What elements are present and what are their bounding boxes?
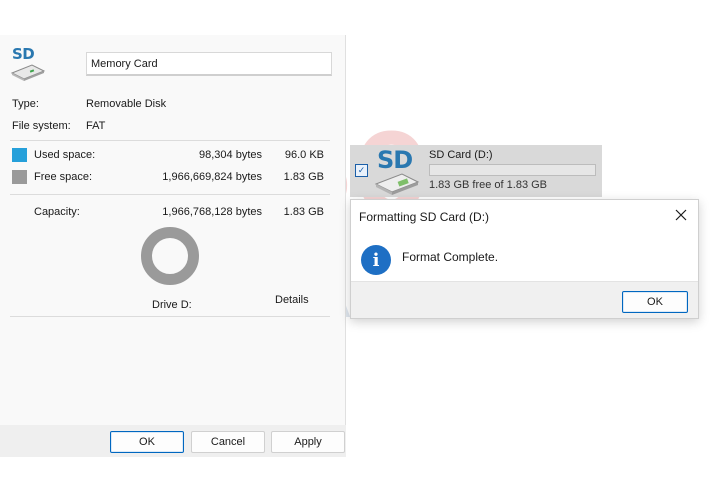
free-space-bytes: 1,966,669,824 bytes: [162, 171, 262, 183]
sd-drive-icon: SD: [10, 45, 50, 81]
ok-button[interactable]: OK: [622, 291, 688, 313]
ok-button[interactable]: OK: [110, 431, 184, 453]
divider: [10, 316, 330, 317]
file-system-label: File system:: [12, 120, 71, 132]
sd-icon-label: SD: [377, 146, 413, 174]
drive-title: SD Card (D:): [429, 149, 493, 161]
drive-usage-bar: [429, 164, 596, 176]
used-space-swatch: [12, 148, 27, 162]
divider: [10, 194, 330, 195]
drive-body-icon: [10, 64, 46, 81]
drive-properties-dialog: SD Type: Removable Disk File system: FAT…: [0, 35, 346, 457]
free-space-size: 1.83 GB: [283, 171, 324, 183]
sd-card-drive-tile[interactable]: ✓ SD SD Card (D:) 1.83 GB free of 1.83 G…: [350, 145, 602, 197]
drive-name-input[interactable]: [86, 52, 332, 76]
cancel-button[interactable]: Cancel: [191, 431, 265, 453]
free-space-label: Free space:: [34, 171, 93, 183]
dialog-message: Format Complete.: [402, 250, 499, 264]
space-usage-ring-chart: [141, 227, 199, 285]
free-space-swatch: [12, 170, 27, 184]
used-space-size: 96.0 KB: [284, 149, 324, 161]
drive-letter-label: Drive D:: [152, 299, 192, 311]
drive-free-text: 1.83 GB free of 1.83 GB: [429, 179, 548, 191]
apply-button[interactable]: Apply: [271, 431, 345, 453]
divider: [10, 140, 330, 141]
type-label: Type:: [12, 98, 39, 110]
used-space-bytes: 98,304 bytes: [199, 149, 262, 161]
used-space-label: Used space:: [34, 149, 96, 161]
capacity-label: Capacity:: [34, 206, 80, 218]
sd-drive-icon: [374, 173, 420, 195]
file-system-value: FAT: [86, 120, 106, 132]
dialog-footer: OK: [351, 281, 698, 318]
details-button[interactable]: Details: [275, 294, 309, 306]
format-complete-dialog: Formatting SD Card (D:) i Format Complet…: [350, 199, 699, 319]
select-checkbox[interactable]: ✓: [355, 164, 368, 177]
info-icon: i: [361, 245, 391, 275]
capacity-size: 1.83 GB: [283, 206, 324, 218]
type-value: Removable Disk: [86, 98, 167, 110]
close-icon[interactable]: [670, 204, 692, 226]
capacity-bytes: 1,966,768,128 bytes: [162, 206, 262, 218]
dialog-button-bar: OK Cancel Apply: [0, 425, 346, 457]
dialog-title: Formatting SD Card (D:): [359, 210, 490, 224]
sd-icon-label: SD: [12, 45, 35, 63]
